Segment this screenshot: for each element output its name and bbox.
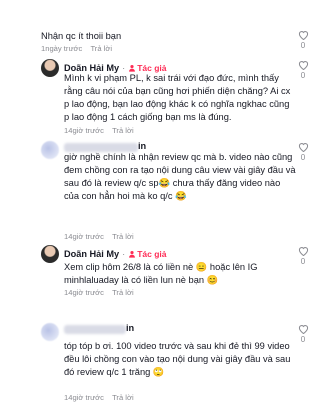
- like-count: 0: [300, 257, 306, 266]
- comment-time: 14giờ trước: [64, 126, 104, 135]
- comment-time: 14giờ trước: [64, 232, 104, 241]
- like-button[interactable]: 0: [296, 60, 310, 80]
- author-avatar[interactable]: [41, 245, 59, 263]
- like-count: 0: [300, 41, 306, 50]
- reply-button[interactable]: Trả lời: [112, 232, 134, 241]
- heart-outline-icon: [298, 61, 308, 70]
- comment-text: Xem clip hôm 26/8 là có liền nè 😑 hoặc l…: [64, 262, 258, 285]
- reply-button[interactable]: Trả lời: [112, 288, 134, 297]
- comment-text: Mình k vi phạm PL, k sai trái với đạo đứ…: [64, 73, 291, 122]
- author-badge: Tác giả: [128, 249, 167, 259]
- reply-button[interactable]: Trả lời: [112, 393, 134, 402]
- user-name-suffix[interactable]: in: [126, 323, 134, 333]
- comment-text: giờ nghề chính là nhận review qc mà b. v…: [64, 152, 296, 201]
- reply-button[interactable]: Trả lời: [90, 44, 112, 53]
- comment-text: tóp tóp b ơi. 100 video trước và sau khi…: [64, 341, 291, 377]
- comment-item: Doãn Hải My · Tác giả Xem clip hôm 26/8 …: [0, 244, 319, 324]
- comment-time: 14giờ trước: [64, 288, 104, 297]
- comment-meta: 14giờ trước Trả lời: [64, 288, 134, 297]
- author-badge-icon: [129, 64, 136, 72]
- like-button[interactable]: 0: [296, 324, 310, 344]
- comment-header: in: [126, 323, 134, 333]
- reply-button[interactable]: Trả lời: [112, 126, 134, 135]
- comment-header: Doãn Hải My · Tác giả: [64, 249, 167, 259]
- user-avatar[interactable]: [41, 323, 59, 341]
- like-count: 0: [300, 335, 306, 344]
- comment-text: Nhận qc ít thoii bạn: [41, 31, 122, 41]
- comment-item: Nhận qc ít thoii bạn 1ngày trước Trả lời…: [0, 0, 319, 58]
- author-avatar[interactable]: [41, 59, 59, 77]
- author-badge-icon: [129, 250, 136, 258]
- like-button[interactable]: 0: [296, 246, 310, 266]
- comment-item: Doãn Hải My · Tác giả Mình k vi phạm PL,…: [0, 58, 319, 138]
- like-count: 0: [300, 71, 306, 80]
- like-count: 0: [300, 153, 306, 162]
- heart-outline-icon: [298, 31, 308, 40]
- comment-meta: 14giờ trước Trả lời: [64, 232, 134, 241]
- author-name[interactable]: Doãn Hải My: [64, 249, 119, 259]
- comment-time: 14giờ trước: [64, 393, 104, 402]
- author-badge-label: Tác giả: [137, 249, 167, 259]
- comment-header: in: [138, 141, 146, 151]
- comment-meta: 1ngày trước Trả lời: [41, 44, 112, 53]
- like-button[interactable]: 0: [296, 142, 310, 162]
- comment-item: in giờ nghề chính là nhận review qc mà b…: [0, 138, 319, 248]
- user-name-blurred: [64, 325, 126, 334]
- heart-outline-icon: [298, 247, 308, 256]
- heart-outline-icon: [298, 143, 308, 152]
- comment-time: 1ngày trước: [41, 44, 83, 53]
- user-avatar[interactable]: [41, 141, 59, 159]
- comment-meta: 14giờ trước Trả lời: [64, 126, 134, 135]
- heart-outline-icon: [298, 325, 308, 334]
- like-button[interactable]: 0: [296, 30, 310, 50]
- user-name-suffix[interactable]: in: [138, 141, 146, 151]
- comment-meta: 14giờ trước Trả lời: [64, 393, 134, 402]
- comment-item: in tóp tóp b ơi. 100 video trước và sau …: [0, 320, 319, 411]
